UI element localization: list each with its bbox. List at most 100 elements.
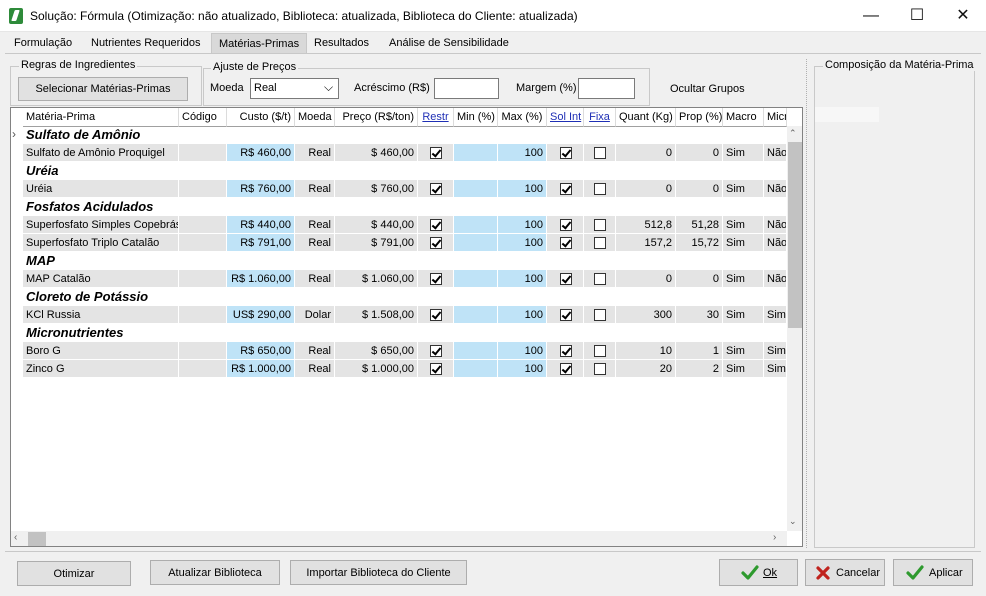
import-client-library-button[interactable]: Importar Biblioteca do Cliente xyxy=(290,560,467,585)
preco-cell[interactable]: $ 440,00 xyxy=(335,216,418,234)
macro-cell[interactable]: Sim xyxy=(723,180,764,198)
quant-cell[interactable]: 157,2 xyxy=(616,234,676,252)
tab-formulacao[interactable]: Formulação xyxy=(7,33,79,53)
column-header[interactable]: Fixa xyxy=(584,108,616,127)
restr-checkbox[interactable] xyxy=(430,345,442,357)
codigo-cell[interactable] xyxy=(179,360,227,378)
group-row[interactable]: › Sulfato de Amônio xyxy=(11,126,787,144)
moeda-cell[interactable]: Real xyxy=(295,180,335,198)
materia-prima-cell[interactable]: Boro G xyxy=(23,342,179,360)
sol-int-checkbox[interactable] xyxy=(560,147,572,159)
column-header[interactable]: Código xyxy=(179,108,227,127)
micro-cell[interactable]: Sim xyxy=(764,342,787,360)
materia-prima-cell[interactable]: Superfosfato Simples Copebrás xyxy=(23,216,179,234)
macro-cell[interactable]: Sim xyxy=(723,216,764,234)
table-row[interactable]: Zinco G R$ 1.000,00 Real $ 1.000,00 100 20 2 Si… xyxy=(11,360,787,378)
restr-checkbox[interactable] xyxy=(430,273,442,285)
moeda-cell[interactable]: Real xyxy=(295,270,335,288)
sol-int-checkbox[interactable] xyxy=(560,219,572,231)
max-cell[interactable]: 100 xyxy=(498,234,547,252)
column-header[interactable]: Custo ($/t) xyxy=(227,108,295,127)
micro-cell[interactable]: Não xyxy=(764,216,787,234)
group-row[interactable]: MAP xyxy=(11,252,787,270)
preco-cell[interactable]: $ 791,00 xyxy=(335,234,418,252)
hide-groups-toggle[interactable]: Ocultar Grupos xyxy=(670,83,745,95)
custo-cell[interactable]: R$ 760,00 xyxy=(227,180,295,198)
column-header[interactable]: Micr xyxy=(764,108,787,127)
column-header[interactable]: Matéria-Prima xyxy=(23,108,179,127)
fixa-checkbox[interactable] xyxy=(594,237,606,249)
fixa-checkbox[interactable] xyxy=(594,309,606,321)
codigo-cell[interactable] xyxy=(179,216,227,234)
vertical-scrollbar[interactable]: ⌃ ⌄ xyxy=(787,126,802,531)
tab-resultados[interactable]: Resultados xyxy=(307,33,376,53)
margin-input[interactable] xyxy=(578,78,635,99)
custo-cell[interactable]: R$ 650,00 xyxy=(227,342,295,360)
macro-cell[interactable]: Sim xyxy=(723,306,764,324)
moeda-cell[interactable]: Real xyxy=(295,216,335,234)
materia-prima-cell[interactable]: Zinco G xyxy=(23,360,179,378)
prop-cell[interactable]: 51,28 xyxy=(676,216,723,234)
scroll-up-icon[interactable]: ⌃ xyxy=(789,128,797,139)
minimize-button[interactable]: — xyxy=(848,0,894,32)
quant-cell[interactable]: 0 xyxy=(616,144,676,162)
custo-cell[interactable]: R$ 440,00 xyxy=(227,216,295,234)
max-cell[interactable]: 100 xyxy=(498,270,547,288)
micro-cell[interactable]: Sim xyxy=(764,360,787,378)
max-cell[interactable]: 100 xyxy=(498,306,547,324)
min-cell[interactable] xyxy=(454,144,498,162)
custo-cell[interactable]: US$ 290,00 xyxy=(227,306,295,324)
column-header[interactable]: Macro xyxy=(723,108,764,127)
restr-checkbox[interactable] xyxy=(430,237,442,249)
preco-cell[interactable]: $ 1.508,00 xyxy=(335,306,418,324)
min-cell[interactable] xyxy=(454,216,498,234)
vertical-scroll-thumb[interactable] xyxy=(788,142,802,328)
fixa-checkbox[interactable] xyxy=(594,147,606,159)
prop-cell[interactable]: 1 xyxy=(676,342,723,360)
column-header[interactable]: Preço (R$/ton) xyxy=(335,108,418,127)
moeda-cell[interactable]: Real xyxy=(295,144,335,162)
column-header[interactable]: Max (%) xyxy=(498,108,547,127)
tab-nutrientes-requeridos[interactable]: Nutrientes Requeridos xyxy=(84,33,207,53)
table-row[interactable]: Superfosfato Triplo Catalão R$ 791,00 Real… xyxy=(11,234,787,252)
quant-cell[interactable]: 0 xyxy=(616,180,676,198)
table-row[interactable]: Uréia R$ 760,00 Real $ 760,00 100 0 0 Sim Não xyxy=(11,180,787,198)
select-materias-primas-button[interactable]: Selecionar Matérias-Primas xyxy=(18,77,188,101)
preco-cell[interactable]: $ 760,00 xyxy=(335,180,418,198)
micro-cell[interactable]: Não xyxy=(764,180,787,198)
sol-int-checkbox[interactable] xyxy=(560,363,572,375)
restr-checkbox[interactable] xyxy=(430,363,442,375)
prop-cell[interactable]: 30 xyxy=(676,306,723,324)
prop-cell[interactable]: 0 xyxy=(676,180,723,198)
macro-cell[interactable]: Sim xyxy=(723,342,764,360)
table-row[interactable]: Sulfato de Amônio Proquigel R$ 460,00 Real… xyxy=(11,144,787,162)
sol-int-checkbox[interactable] xyxy=(560,273,572,285)
horizontal-scroll-thumb[interactable] xyxy=(28,532,46,546)
min-cell[interactable] xyxy=(454,360,498,378)
ok-button[interactable]: Ok xyxy=(719,559,798,586)
tab-materias-primas[interactable]: Matérias-Primas xyxy=(211,33,308,53)
preco-cell[interactable]: $ 460,00 xyxy=(335,144,418,162)
max-cell[interactable]: 100 xyxy=(498,360,547,378)
restr-checkbox[interactable] xyxy=(430,309,442,321)
column-header[interactable]: Restr xyxy=(418,108,454,127)
prop-cell[interactable]: 2 xyxy=(676,360,723,378)
quant-cell[interactable]: 10 xyxy=(616,342,676,360)
max-cell[interactable]: 100 xyxy=(498,342,547,360)
moeda-cell[interactable]: Real xyxy=(295,342,335,360)
min-cell[interactable] xyxy=(454,306,498,324)
cancel-button[interactable]: Cancelar xyxy=(805,559,885,586)
table-row[interactable]: KCl Russia US$ 290,00 Dolar $ 1.508,00 100 30… xyxy=(11,306,787,324)
quant-cell[interactable]: 20 xyxy=(616,360,676,378)
preco-cell[interactable]: $ 650,00 xyxy=(335,342,418,360)
scroll-down-icon[interactable]: ⌄ xyxy=(789,516,797,527)
scroll-right-icon[interactable]: › xyxy=(773,532,776,543)
moeda-cell[interactable]: Dolar xyxy=(295,306,335,324)
materia-prima-cell[interactable]: KCl Russia xyxy=(23,306,179,324)
restr-checkbox[interactable] xyxy=(430,219,442,231)
macro-cell[interactable]: Sim xyxy=(723,234,764,252)
sol-int-checkbox[interactable] xyxy=(560,309,572,321)
maximize-button[interactable]: ☐ xyxy=(894,0,940,32)
codigo-cell[interactable] xyxy=(179,180,227,198)
moeda-cell[interactable]: Real xyxy=(295,360,335,378)
